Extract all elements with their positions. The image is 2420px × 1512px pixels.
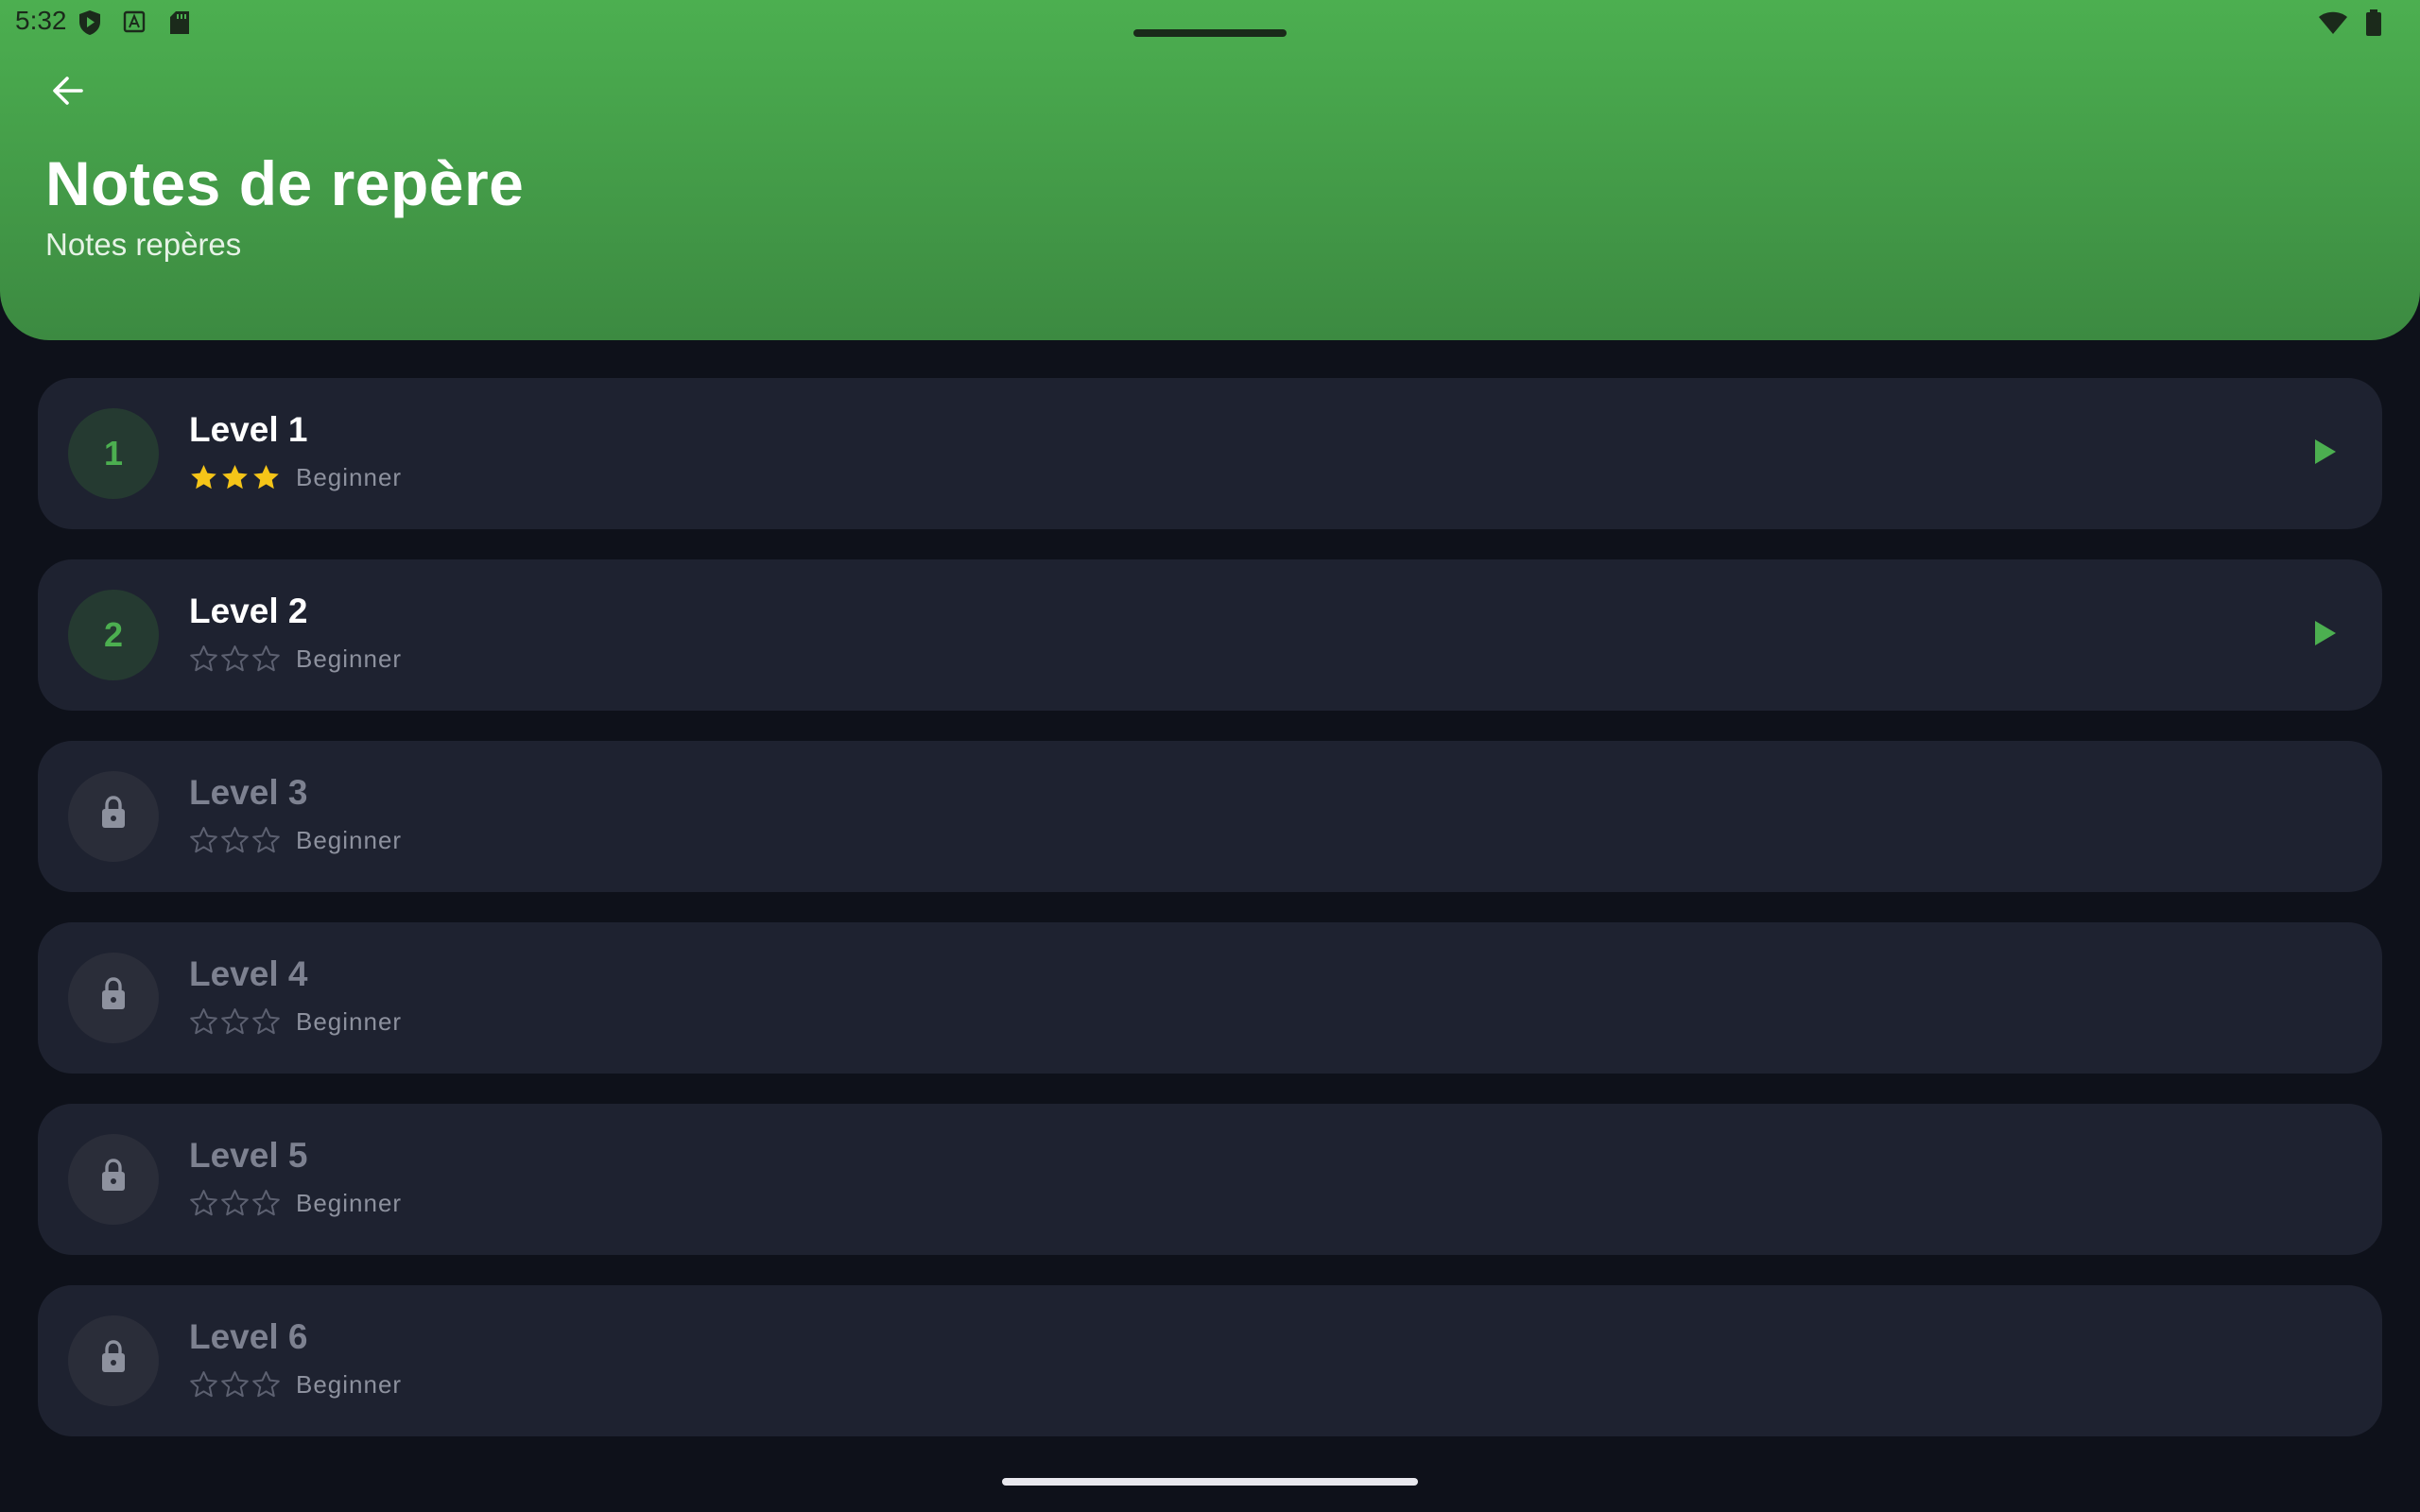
page-title: Notes de repère: [45, 148, 525, 218]
level-difficulty: Beginner: [296, 1006, 403, 1036]
header: 5:32 Notes de repère Notes repères: [0, 0, 2420, 340]
screen: 5:32 Notes de repère Notes repères 1 Lev…: [0, 0, 2420, 1512]
star-filled-icon: [189, 463, 218, 492]
level-meta: Beginner: [189, 461, 402, 493]
star-filled-icon: [251, 463, 281, 492]
level-title: Level 1: [189, 410, 308, 449]
arrow-back-icon: [49, 72, 87, 114]
star-rating: [189, 644, 281, 674]
level-title: Level 3: [189, 773, 308, 812]
play-button[interactable]: [2303, 431, 2348, 476]
level-lock-badge: [68, 771, 159, 862]
level-difficulty: Beginner: [296, 644, 403, 673]
wifi-icon: [2318, 10, 2348, 40]
star-outline-icon: [220, 644, 250, 674]
star-rating: [189, 826, 281, 855]
level-title: Level 2: [189, 592, 308, 630]
star-outline-icon: [189, 1370, 218, 1400]
star-outline-icon: [220, 1370, 250, 1400]
level-meta: Beginner: [189, 643, 402, 675]
sd-card-icon: [168, 9, 193, 36]
level-lock-badge: [68, 1134, 159, 1225]
camera-notch: [1133, 29, 1287, 37]
play-icon: [2313, 619, 2338, 652]
star-outline-icon: [189, 644, 218, 674]
star-outline-icon: [220, 1007, 250, 1037]
lock-icon: [99, 1158, 128, 1201]
level-difficulty: Beginner: [296, 825, 403, 854]
star-outline-icon: [220, 826, 250, 855]
level-lock-badge: [68, 1315, 159, 1406]
play-icon: [2313, 438, 2338, 471]
star-rating: [189, 1189, 281, 1218]
shield-play-icon: [78, 9, 102, 36]
level-meta: Beginner: [189, 824, 402, 856]
level-meta: Beginner: [189, 1005, 402, 1038]
page-subtitle: Notes repères: [45, 227, 242, 262]
star-outline-icon: [189, 1189, 218, 1218]
font-a-icon: [123, 9, 147, 36]
star-rating: [189, 1370, 281, 1400]
status-bar: 5:32: [0, 0, 2420, 45]
lock-icon: [99, 976, 128, 1020]
level-meta: Beginner: [189, 1368, 402, 1400]
level-difficulty: Beginner: [296, 1188, 403, 1217]
level-card-2[interactable]: 2 Level 2 Beginner: [38, 559, 2382, 711]
star-outline-icon: [189, 826, 218, 855]
lock-icon: [99, 1339, 128, 1383]
back-button[interactable]: [42, 66, 95, 119]
star-outline-icon: [220, 1189, 250, 1218]
level-card-5: Level 5 Beginner: [38, 1104, 2382, 1255]
home-indicator[interactable]: [1002, 1478, 1418, 1486]
level-title: Level 5: [189, 1136, 308, 1175]
level-meta: Beginner: [189, 1187, 402, 1219]
level-card-3: Level 3 Beginner: [38, 741, 2382, 892]
battery-icon: [2365, 9, 2382, 41]
level-card-6: Level 6 Beginner: [38, 1285, 2382, 1436]
status-right: [2318, 9, 2382, 41]
star-rating: [189, 463, 281, 492]
level-number-badge: 2: [68, 590, 159, 680]
level-difficulty: Beginner: [296, 1369, 403, 1399]
level-card-1[interactable]: 1 Level 1 Beginner: [38, 378, 2382, 529]
play-button[interactable]: [2303, 612, 2348, 658]
star-outline-icon: [251, 1370, 281, 1400]
level-title: Level 6: [189, 1317, 308, 1356]
star-outline-icon: [251, 1189, 281, 1218]
status-time: 5:32: [15, 6, 67, 35]
star-outline-icon: [251, 644, 281, 674]
level-difficulty: Beginner: [296, 462, 403, 491]
level-lock-badge: [68, 953, 159, 1043]
star-filled-icon: [220, 463, 250, 492]
star-outline-icon: [189, 1007, 218, 1037]
star-outline-icon: [251, 1007, 281, 1037]
star-outline-icon: [251, 826, 281, 855]
level-title: Level 4: [189, 954, 308, 993]
star-rating: [189, 1007, 281, 1037]
lock-icon: [99, 795, 128, 838]
level-card-4: Level 4 Beginner: [38, 922, 2382, 1074]
level-number-badge: 1: [68, 408, 159, 499]
level-list: 1 Level 1 Beginner 2 Level 2 Beginner Level 3 B…: [38, 378, 2382, 1467]
